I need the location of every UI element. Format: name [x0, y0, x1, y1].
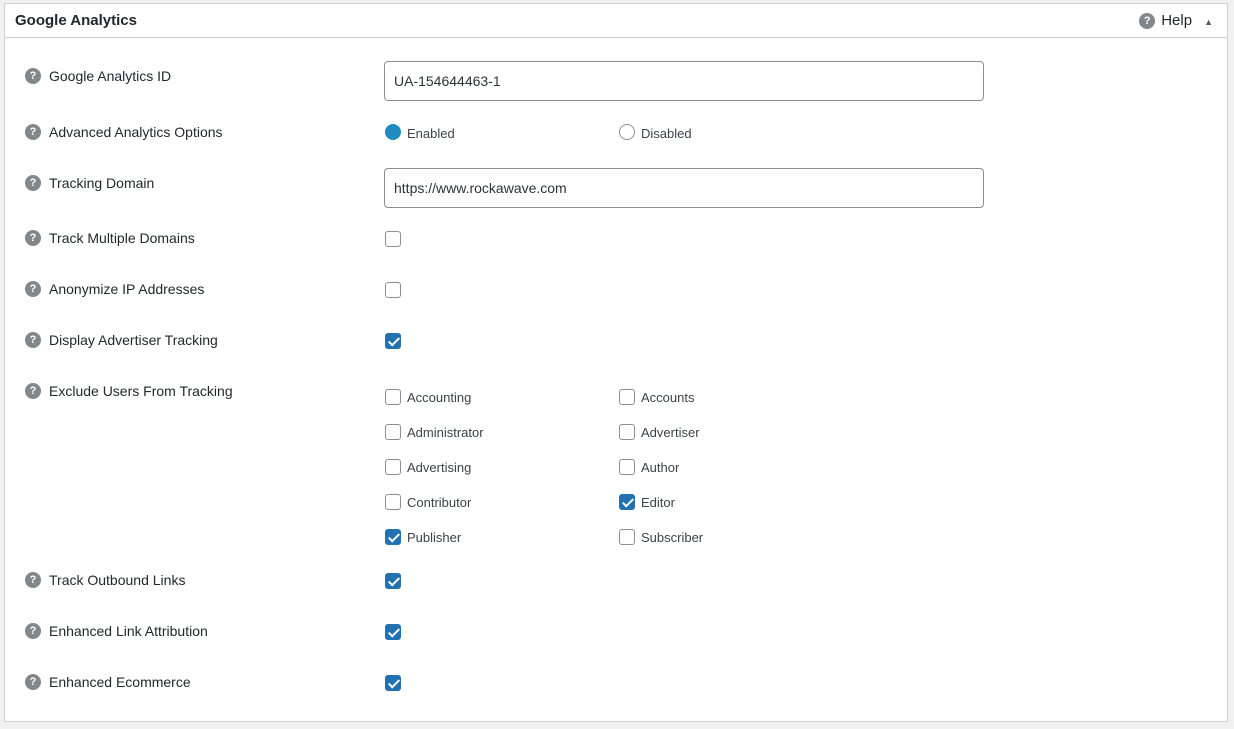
help-icon: ?: [1139, 12, 1156, 29]
label-enhanced-ecommerce: ? Enhanced Ecommerce: [25, 674, 191, 690]
enhanced-ecommerce-checkbox[interactable]: [385, 675, 401, 691]
field-label: Enhanced Link Attribution: [49, 623, 208, 639]
exclude-role-publisher-label: Publisher: [407, 530, 462, 545]
google-analytics-id-input[interactable]: [384, 61, 984, 101]
enhanced-link-attribution-checkbox[interactable]: [385, 624, 401, 640]
exclude-role-administrator-checkbox[interactable]: [385, 424, 401, 440]
exclude-role-advertising-label: Advertising: [407, 460, 472, 475]
field-label: Enhanced Ecommerce: [49, 674, 191, 690]
exclude-role-accounts-label: Accounts: [641, 390, 695, 405]
field-label: Display Advertiser Tracking: [49, 332, 218, 348]
question-icon[interactable]: ?: [25, 674, 41, 690]
label-google-analytics-id: ? Google Analytics ID: [25, 68, 171, 84]
exclude-role-author-checkbox[interactable]: [619, 459, 635, 475]
radio-disabled-label: Disabled: [641, 126, 692, 141]
field-label: Exclude Users From Tracking: [49, 383, 233, 399]
label-anonymize-ip: ? Anonymize IP Addresses: [25, 281, 204, 297]
google-analytics-panel: Google Analytics ? Help ▲ ? Google Analy…: [4, 3, 1228, 722]
track-multiple-domains-checkbox[interactable]: [385, 231, 401, 247]
collapse-arrow-icon[interactable]: ▲: [1204, 17, 1213, 27]
field-label: Track Multiple Domains: [49, 230, 195, 246]
field-label: Advanced Analytics Options: [49, 124, 223, 140]
exclude-role-advertiser-label: Advertiser: [641, 425, 700, 440]
question-icon[interactable]: ?: [25, 230, 41, 246]
display-advertiser-tracking-checkbox[interactable]: [385, 333, 401, 349]
panel-header: Google Analytics ? Help ▲: [5, 4, 1227, 38]
question-icon[interactable]: ?: [25, 124, 41, 140]
radio-disabled[interactable]: [619, 124, 635, 140]
track-outbound-links-checkbox[interactable]: [385, 573, 401, 589]
row-exclude-users: ? Exclude Users From Tracking Accounting…: [25, 383, 1205, 548]
question-icon[interactable]: ?: [25, 623, 41, 639]
radio-enabled-label: Enabled: [407, 126, 455, 141]
help-label: Help: [1161, 12, 1193, 29]
question-icon[interactable]: ?: [25, 68, 41, 84]
field-label: Tracking Domain: [49, 175, 155, 191]
anonymize-ip-checkbox[interactable]: [385, 282, 401, 298]
exclude-role-accounts-checkbox[interactable]: [619, 389, 635, 405]
label-display-advertiser-tracking: ? Display Advertiser Tracking: [25, 332, 218, 348]
exclude-role-publisher-checkbox[interactable]: [385, 529, 401, 545]
exclude-role-author-label: Author: [641, 460, 680, 475]
field-label: Anonymize IP Addresses: [49, 281, 205, 297]
panel-title: Google Analytics: [15, 12, 137, 29]
question-icon[interactable]: ?: [25, 383, 41, 399]
tracking-domain-input[interactable]: [384, 168, 984, 208]
exclude-role-advertising-checkbox[interactable]: [385, 459, 401, 475]
label-track-outbound-links: ? Track Outbound Links: [25, 572, 185, 588]
label-enhanced-link-attribution: ? Enhanced Link Attribution: [25, 623, 208, 639]
exclude-role-advertiser-checkbox[interactable]: [619, 424, 635, 440]
exclude-role-subscriber-label: Subscriber: [641, 530, 704, 545]
help-button[interactable]: ? Help ▲: [1139, 12, 1213, 29]
label-tracking-domain: ? Tracking Domain: [25, 175, 154, 191]
exclude-role-accounting-label: Accounting: [407, 390, 472, 405]
question-icon[interactable]: ?: [25, 332, 41, 348]
exclude-role-accounting-checkbox[interactable]: [385, 389, 401, 405]
field-label: Google Analytics ID: [49, 68, 172, 84]
exclude-role-contributor-checkbox[interactable]: [385, 494, 401, 510]
label-advanced-analytics-options: ? Advanced Analytics Options: [25, 124, 223, 140]
label-track-multiple-domains: ? Track Multiple Domains: [25, 230, 195, 246]
question-icon[interactable]: ?: [25, 175, 41, 191]
exclude-role-contributor-label: Contributor: [407, 495, 472, 510]
exclude-role-editor-checkbox[interactable]: [619, 494, 635, 510]
exclude-role-subscriber-checkbox[interactable]: [619, 529, 635, 545]
field-label: Track Outbound Links: [49, 572, 186, 588]
question-icon[interactable]: ?: [25, 572, 41, 588]
exclude-role-administrator-label: Administrator: [407, 425, 484, 440]
radio-enabled[interactable]: [385, 124, 401, 140]
question-icon[interactable]: ?: [25, 281, 41, 297]
label-exclude-users: ? Exclude Users From Tracking: [25, 383, 233, 399]
exclude-role-editor-label: Editor: [641, 495, 675, 510]
